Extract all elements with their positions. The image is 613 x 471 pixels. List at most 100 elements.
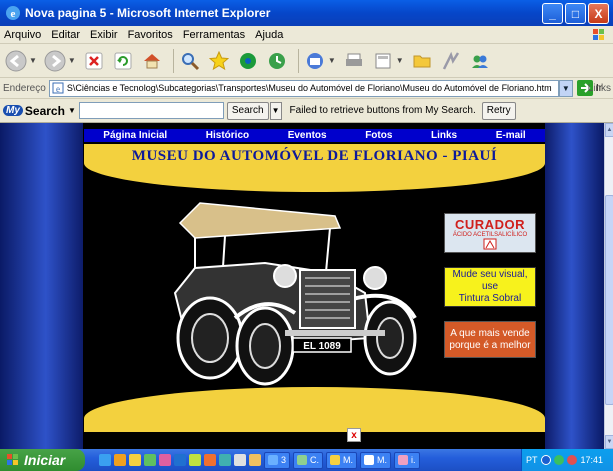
my-search-logo-text: Search (24, 103, 65, 118)
stop-icon[interactable] (82, 49, 106, 73)
tray-back-icon[interactable] (540, 455, 551, 465)
toolbar-separator (297, 48, 299, 73)
tintura-sobral-ad[interactable]: Mude seu visual, use Tintura Sobral (444, 267, 536, 307)
system-tray: PT 17:41 (521, 449, 613, 471)
back-dropdown-icon[interactable]: ▼ (29, 56, 37, 65)
close-button[interactable]: X (588, 3, 609, 24)
orange-ad-line1: A que mais vende (450, 327, 530, 339)
taskbar-button-ie-group[interactable]: 3 (264, 451, 291, 469)
nav-fotos[interactable]: Fotos (365, 130, 392, 141)
toolbar-separator (172, 48, 174, 73)
edit-icon[interactable] (371, 49, 395, 73)
my-search-logo-my: My (3, 105, 23, 116)
edit-dropdown-icon[interactable]: ▼ (396, 56, 404, 65)
taskbar: Iniciar 3 C. M. M. i. PT 17:41 (0, 449, 613, 471)
start-button[interactable]: Iniciar (0, 449, 85, 471)
tray-app-icon[interactable] (566, 455, 577, 465)
menu-ajuda[interactable]: Ajuda (255, 29, 283, 41)
curador-brand: CURADOR (455, 216, 525, 232)
license-plate-text: EL 1089 (303, 341, 341, 352)
language-indicator[interactable]: PT (526, 455, 538, 465)
site-title: MUSEU DO AUTOMÓVEL DE FLORIANO - PIAUÍ (131, 148, 498, 164)
nav-links[interactable]: Links (431, 130, 457, 141)
folder-task-icon (330, 455, 341, 465)
orange-ad-line2: porque é a melhor (449, 339, 531, 351)
nav-eventos[interactable]: Eventos (288, 130, 327, 141)
my-search-logo[interactable]: My Search (3, 104, 65, 118)
folder-icon[interactable] (410, 49, 434, 73)
forward-dropdown-icon[interactable]: ▼ (68, 56, 76, 65)
nav-historico[interactable]: Histórico (206, 130, 249, 141)
menu-editar[interactable]: Editar (51, 29, 80, 41)
quick-launch-app-icon[interactable] (249, 454, 261, 466)
links-label[interactable]: Links (588, 83, 611, 94)
history-icon[interactable] (265, 49, 289, 73)
nav-email[interactable]: E-mail (496, 130, 526, 141)
mail-dropdown-icon[interactable]: ▼ (328, 56, 336, 65)
curador-box-icon (483, 238, 497, 249)
back-icon[interactable] (4, 49, 28, 73)
taskbar-button-i[interactable]: i. (394, 451, 420, 469)
start-label: Iniciar (24, 452, 66, 468)
quick-launch (99, 454, 261, 466)
standard-toolbar: ▼ ▼ ▼ ▼ (0, 44, 613, 78)
quick-launch-app-icon[interactable] (159, 454, 171, 466)
page-content: Página Inicial Histórico Eventos Fotos L… (0, 123, 604, 449)
forward-icon[interactable] (43, 49, 67, 73)
menu-favoritos[interactable]: Favoritos (128, 29, 173, 41)
quick-launch-app-icon[interactable] (174, 454, 186, 466)
quick-launch-app-icon[interactable] (204, 454, 216, 466)
search-icon[interactable] (178, 49, 202, 73)
menu-arquivo[interactable]: Arquivo (4, 29, 41, 41)
tintura-line1: Mude seu visual, use (452, 269, 528, 292)
my-search-dropdown-icon[interactable]: ▼ (68, 106, 76, 115)
quick-launch-app-icon[interactable] (234, 454, 246, 466)
svg-text:e: e (11, 8, 16, 20)
address-label: Endereço (3, 82, 46, 94)
vintage-car-image: EL 1089 (173, 202, 417, 386)
quick-launch-app-icon[interactable] (189, 454, 201, 466)
document-task-icon (364, 455, 375, 465)
address-value: S\Ciências e Tecnolog\Subcategorias\Tran… (66, 83, 552, 93)
task-app-icon (398, 455, 409, 465)
search-options-dropdown-icon[interactable]: ▼ (269, 101, 282, 120)
print-icon[interactable] (342, 49, 366, 73)
search-button[interactable]: Search (226, 101, 269, 120)
favorites-icon[interactable] (207, 49, 231, 73)
taskbar-button-m2[interactable]: M. (360, 451, 392, 469)
refresh-icon[interactable] (111, 49, 135, 73)
retry-button[interactable]: Retry (481, 101, 516, 120)
quick-launch-ie-icon[interactable] (99, 454, 111, 466)
menu-ferramentas[interactable]: Ferramentas (183, 29, 245, 41)
orange-ad[interactable]: A que mais vende porque é a melhor (444, 321, 536, 358)
taskbar-button-c[interactable]: C. (293, 451, 324, 469)
tray-network-icon[interactable] (553, 455, 564, 465)
broken-image-icon: x (347, 428, 361, 442)
maximize-button[interactable]: □ (565, 3, 586, 24)
search-input[interactable] (78, 102, 224, 119)
mail-icon[interactable] (303, 49, 327, 73)
nav-pagina-inicial[interactable]: Página Inicial (103, 130, 167, 141)
quick-launch-app-icon[interactable] (129, 454, 141, 466)
taskbar-button-m1[interactable]: M. (326, 451, 358, 469)
scroll-up-icon[interactable]: ▲ (605, 123, 613, 137)
menu-exibir[interactable]: Exibir (90, 29, 118, 41)
bottom-banner (84, 387, 545, 432)
messenger-icon[interactable] (439, 49, 463, 73)
curador-ad[interactable]: CURADOR ÁCIDO ACETILSALICÍLICO (444, 213, 536, 253)
ie-task-icon (268, 455, 278, 465)
quick-launch-app-icon[interactable] (219, 454, 231, 466)
home-icon[interactable] (140, 49, 164, 73)
scrollbar-thumb[interactable] (605, 195, 613, 405)
quick-launch-app-icon[interactable] (114, 454, 126, 466)
scroll-down-icon[interactable]: ▼ (605, 435, 613, 449)
address-input[interactable]: e S\Ciências e Tecnolog\Subcategorias\Tr… (48, 79, 559, 97)
svg-text:e: e (56, 84, 60, 94)
msn-icon[interactable] (468, 49, 492, 73)
window-title: Nova pagina 5 - Microsoft Internet Explo… (25, 6, 271, 20)
address-dropdown-icon[interactable]: ▼ (558, 79, 573, 97)
vertical-scrollbar[interactable]: ▲ ▼ (604, 123, 613, 449)
media-icon[interactable] (236, 49, 260, 73)
quick-launch-app-icon[interactable] (144, 454, 156, 466)
minimize-button[interactable]: _ (542, 3, 563, 24)
